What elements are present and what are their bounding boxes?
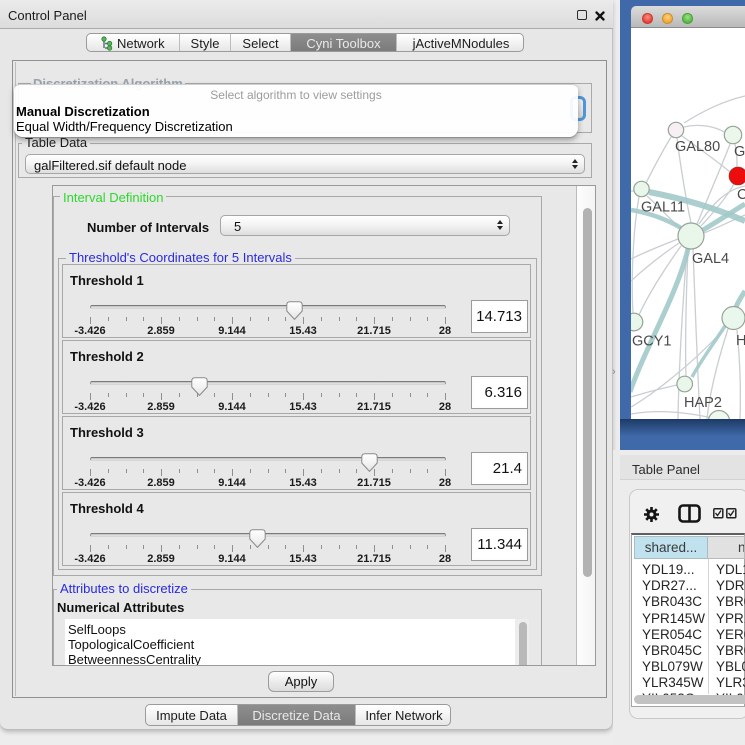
svg-text:GAL4: GAL4 (692, 251, 729, 267)
svg-text:C: C (737, 187, 745, 203)
svg-text:H: H (736, 333, 745, 349)
svg-text:HAP2: HAP2 (684, 395, 722, 411)
svg-text:GCY1: GCY1 (632, 334, 672, 350)
svg-text:GA: GA (734, 144, 745, 160)
svg-text:GAL11: GAL11 (641, 200, 685, 216)
svg-text:GAL80: GAL80 (675, 139, 720, 155)
